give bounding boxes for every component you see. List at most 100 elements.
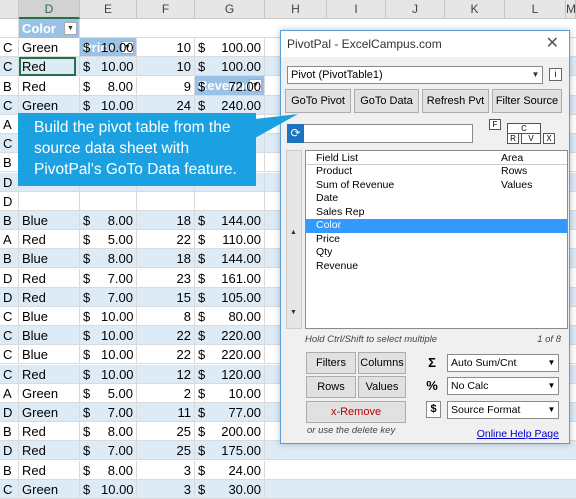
close-icon[interactable]: ✕ [546, 31, 559, 57]
revenue-currency[interactable]: $ [195, 384, 213, 403]
color-cell[interactable]: Green [19, 479, 80, 499]
filters-button[interactable]: Filters [306, 352, 356, 374]
price-cell[interactable]: 8.00 [98, 249, 137, 269]
column-header-k[interactable]: K [445, 0, 505, 19]
product-cell[interactable]: C [0, 57, 19, 77]
revenue-cell[interactable]: 72.00 [213, 76, 265, 96]
product-cell[interactable]: C [0, 95, 19, 115]
color-cell[interactable]: Red [19, 76, 80, 96]
product-cell[interactable]: A [0, 383, 19, 403]
product-cell[interactable]: C [0, 38, 19, 58]
qty-cell[interactable]: 3 [137, 479, 195, 499]
qty-cell[interactable]: 25 [137, 422, 195, 442]
product-cell[interactable]: D [0, 191, 19, 211]
field-list[interactable]: Field List Area Product Rows Sum of Revenu… [305, 150, 568, 329]
field-list-item[interactable]: Revenue [306, 260, 567, 274]
product-cell[interactable]: C [0, 364, 19, 384]
price-currency[interactable]: $ [80, 422, 98, 441]
price-currency[interactable]: $ [80, 96, 98, 115]
revenue-currency[interactable]: $ [195, 38, 213, 57]
qty-cell[interactable]: 3 [137, 460, 195, 480]
color-cell[interactable]: Blue [19, 326, 80, 346]
field-list-item[interactable]: Sales Rep [306, 206, 567, 220]
price-cell[interactable]: 10.00 [98, 38, 137, 58]
price-cell[interactable]: 10.00 [98, 364, 137, 384]
price-currency[interactable]: $ [80, 269, 98, 288]
product-cell[interactable]: D [0, 287, 19, 307]
price-currency[interactable]: $ [80, 461, 98, 480]
color-cell[interactable]: Red [19, 422, 80, 442]
product-cell[interactable]: D [0, 268, 19, 288]
qty-cell[interactable]: 22 [137, 230, 195, 250]
qty-cell[interactable]: 12 [137, 364, 195, 384]
price-cell[interactable]: 10.00 [98, 479, 137, 499]
product-cell[interactable]: D [0, 441, 19, 461]
product-cell[interactable]: C [0, 326, 19, 346]
price-cell[interactable]: 8.00 [98, 76, 137, 96]
price-currency[interactable]: $ [80, 480, 98, 499]
revenue-cell[interactable]: 120.00 [213, 364, 265, 384]
price-currency[interactable]: $ [80, 288, 98, 307]
column-header-g[interactable]: G [195, 0, 265, 19]
qty-cell[interactable]: 23 [137, 268, 195, 288]
price-currency[interactable]: $ [80, 249, 98, 268]
qty-cell[interactable]: 10 [137, 38, 195, 58]
revenue-cell[interactable]: 80.00 [213, 307, 265, 326]
scroll-up-icon[interactable]: ▲ [290, 229, 297, 236]
color-cell[interactable]: Red [19, 230, 80, 250]
color-cell[interactable]: Blue [19, 307, 80, 326]
product-cell[interactable]: B [0, 76, 19, 96]
revenue-cell[interactable]: 105.00 [213, 287, 265, 307]
product-cell[interactable]: D [0, 172, 19, 192]
revenue-currency[interactable]: $ [195, 422, 213, 441]
field-scrollbar[interactable]: ▲ ▼ [286, 150, 302, 329]
search-input[interactable] [287, 124, 473, 143]
field-list-item[interactable]: Date [306, 192, 567, 206]
remove-button[interactable]: x-Remove [306, 401, 406, 423]
price-currency[interactable]: $ [80, 384, 98, 403]
revenue-currency[interactable]: $ [195, 269, 213, 288]
column-header-h[interactable]: H [265, 0, 327, 19]
price-cell[interactable]: 10.00 [98, 345, 137, 365]
price-cell[interactable]: 8.00 [98, 211, 137, 230]
remove-mini-box[interactable]: X [543, 133, 555, 144]
calculation-select[interactable]: No Calc ▼ [447, 377, 559, 395]
revenue-cell[interactable]: 100.00 [213, 57, 265, 77]
price-currency[interactable]: $ [80, 307, 98, 326]
revenue-cell[interactable]: 100.00 [213, 38, 265, 58]
revenue-currency[interactable]: $ [195, 307, 213, 326]
color-cell[interactable]: Green [19, 403, 80, 422]
rows-button[interactable]: Rows [306, 376, 356, 398]
column-header-e[interactable]: E [80, 0, 137, 19]
qty-cell[interactable]: 25 [137, 441, 195, 461]
revenue-cell[interactable]: 220.00 [213, 326, 265, 346]
price-currency[interactable]: $ [80, 57, 98, 76]
price-currency[interactable]: $ [80, 403, 98, 422]
field-list-item[interactable]: Product Rows [306, 165, 567, 179]
column-header-i[interactable]: I [327, 0, 386, 19]
qty-cell[interactable]: 8 [137, 307, 195, 326]
column-header-f[interactable]: F [137, 0, 195, 19]
qty-cell[interactable]: 22 [137, 345, 195, 365]
dialog-titlebar[interactable]: PivotPal - ExcelCampus.com ✕ [281, 31, 569, 57]
revenue-cell[interactable]: 200.00 [213, 422, 265, 442]
product-cell[interactable]: C [0, 307, 19, 326]
revenue-cell[interactable]: 24.00 [213, 460, 265, 480]
price-cell[interactable]: 10.00 [98, 95, 137, 115]
revenue-currency[interactable]: $ [195, 403, 213, 422]
scroll-down-icon[interactable]: ▼ [290, 309, 297, 316]
pivot-select[interactable]: Pivot (PivotTable1) ▼ [287, 66, 543, 84]
goto-pivot-button[interactable]: GoTo Pivot [285, 89, 351, 113]
revenue-currency[interactable]: $ [195, 96, 213, 115]
qty-cell[interactable] [137, 191, 195, 211]
column-header-m[interactable]: M [566, 0, 576, 19]
field-list-item[interactable]: Sum of Revenue Values [306, 179, 567, 193]
revenue-currency[interactable]: $ [195, 326, 213, 345]
color-cell[interactable]: Blue [19, 211, 80, 230]
qty-cell[interactable]: 22 [137, 326, 195, 346]
values-mini-box[interactable]: V [521, 133, 541, 144]
color-cell[interactable]: Green [19, 383, 80, 403]
qty-cell[interactable]: 10 [137, 57, 195, 77]
revenue-cell[interactable]: 144.00 [213, 249, 265, 269]
product-cell[interactable]: B [0, 460, 19, 480]
